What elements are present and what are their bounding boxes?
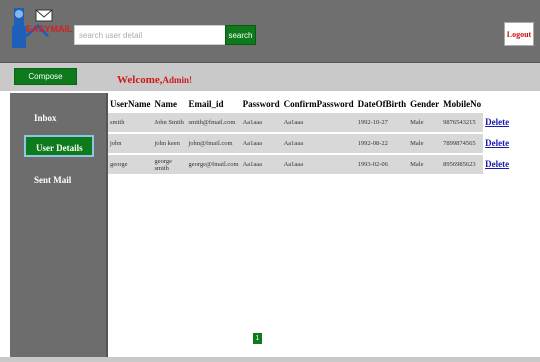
cell-mobile: 8956985623 xyxy=(441,154,484,176)
delete-link[interactable]: Delete xyxy=(485,159,509,169)
search-button[interactable]: search xyxy=(225,25,256,45)
cell-email: smith@fmail.com xyxy=(186,113,241,134)
column-header: UserName xyxy=(110,99,151,109)
cell-email: george@fmail.com xyxy=(186,154,241,176)
table-row: george george smith george@fmail.com Aa1… xyxy=(108,154,512,176)
cell-username: smith xyxy=(108,113,153,134)
table-header-row: UserName Name Email_id Password ConfirmP… xyxy=(108,95,511,113)
cell-confirm-password: Aa1aaa xyxy=(281,113,356,134)
sidebar-item-user-details[interactable]: User Details xyxy=(24,135,94,157)
cell-dob: 1992-10-27 xyxy=(355,113,409,134)
column-header: Email_id xyxy=(188,99,224,109)
cell-name: John Smith xyxy=(152,113,187,134)
welcome-user: Admin! xyxy=(162,75,193,85)
main-content: UserName Name Email_id Password ConfirmP… xyxy=(108,93,540,357)
cell-email: john@fmail.com xyxy=(186,133,241,155)
welcome-text: Welcome, xyxy=(117,74,163,86)
sidebar-item-inbox[interactable]: Inbox xyxy=(10,107,106,129)
cell-username: george xyxy=(108,154,153,176)
sidebar: Inbox User Details Sent Mail xyxy=(10,93,108,357)
footer-strip xyxy=(0,357,540,362)
cell-gender: Male xyxy=(408,154,442,176)
cell-confirm-password: Aa1aaa xyxy=(281,133,356,155)
cell-mobile: 9876543215 xyxy=(441,113,484,134)
delete-link[interactable]: Delete xyxy=(485,117,509,127)
cell-password: Aa1aaa xyxy=(240,113,282,134)
search-input[interactable] xyxy=(74,25,226,45)
cell-username: john xyxy=(108,133,153,155)
column-header: Password xyxy=(242,99,280,109)
compose-button[interactable]: Compose xyxy=(14,68,77,85)
column-header: MobileNo xyxy=(443,99,482,109)
logo-text: EASYMAIL xyxy=(26,24,73,34)
column-header: Name xyxy=(154,99,177,109)
pagination-page-1[interactable]: 1 xyxy=(253,333,262,344)
cell-dob: 1992-08-22 xyxy=(355,133,409,155)
table-row: john john keen john@fmail.com Aa1aaa Aa1… xyxy=(108,133,512,155)
user-details-table: UserName Name Email_id Password ConfirmP… xyxy=(108,95,512,176)
welcome-bar xyxy=(0,63,540,91)
table-row: smith John Smith smith@fmail.com Aa1aaa … xyxy=(108,113,512,134)
cell-mobile: 7899874565 xyxy=(441,133,484,155)
cell-password: Aa1aaa xyxy=(240,133,282,155)
logout-button[interactable]: Logout xyxy=(504,22,534,46)
top-header: EASYMAIL search Logout xyxy=(0,0,540,63)
column-header-action xyxy=(483,95,511,113)
cell-confirm-password: Aa1aaa xyxy=(281,154,356,176)
delete-link[interactable]: Delete xyxy=(485,138,509,148)
sidebar-item-sent-mail[interactable]: Sent Mail xyxy=(10,169,106,191)
welcome-message: Welcome,Admin! xyxy=(117,74,192,86)
cell-action: Delete xyxy=(483,133,512,155)
cell-dob: 1993-02-06 xyxy=(355,154,409,176)
cell-action: Delete xyxy=(483,154,512,176)
cell-name: john keen xyxy=(152,133,187,155)
column-header: DateOfBirth xyxy=(357,99,407,109)
cell-password: Aa1aaa xyxy=(240,154,282,176)
cell-gender: Male xyxy=(408,133,442,155)
cell-gender: Male xyxy=(408,113,442,134)
column-header: Gender xyxy=(410,99,440,109)
cell-action: Delete xyxy=(483,113,512,134)
cell-name: george smith xyxy=(152,154,187,176)
column-header: ConfirmPassword xyxy=(283,99,354,109)
